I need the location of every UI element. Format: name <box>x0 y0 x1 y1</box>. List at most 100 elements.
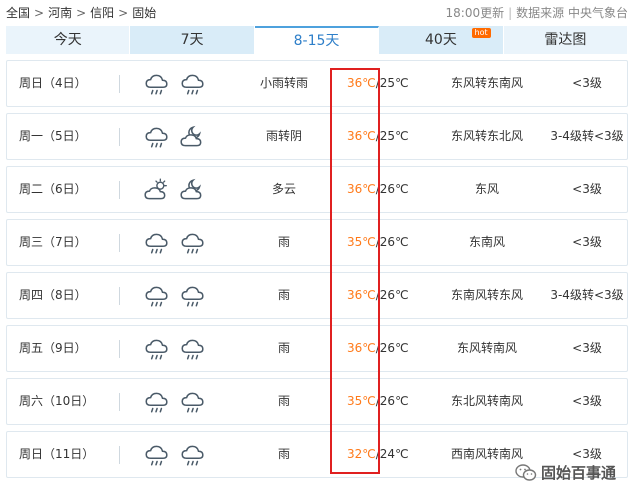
weather-condition: 雨 <box>277 235 290 249</box>
high-temp: 36℃ <box>347 182 376 196</box>
day-label: 周四（8日） <box>19 288 87 302</box>
temperature-range: 36℃/25℃ <box>347 61 409 106</box>
low-temp: 26℃ <box>379 394 409 408</box>
day-label: 周六（10日） <box>19 394 95 408</box>
rain-cloud-icon <box>145 445 168 466</box>
sun-cloud-icon <box>144 178 167 200</box>
wind-level: <3级 <box>572 235 602 249</box>
day-label: 周二（6日） <box>19 182 87 196</box>
hot-badge: hot <box>471 28 491 38</box>
forecast-list: 周日（4日） 小雨转雨 36℃/25℃ 东风转东南风 <3级 周一（5日） 雨转阴 36℃/2… <box>6 60 628 484</box>
forecast-row: 周日（4日） 小雨转雨 36℃/25℃ 东风转东南风 <3级 <box>6 60 628 107</box>
high-temp: 36℃ <box>347 129 376 143</box>
low-temp: 26℃ <box>379 341 409 355</box>
meta-divider: | <box>508 6 513 20</box>
high-temp: 36℃ <box>347 76 376 90</box>
rain-cloud-icon <box>145 74 168 95</box>
weather-page: 全国 > 河南 > 信阳 > 固始 18:00更新 | 数据来源 中央气象台 今天 7天 8-1… <box>0 0 634 500</box>
tab-7-days[interactable]: 7天 <box>130 26 255 54</box>
forecast-row: 周六（10日） 雨 35℃/26℃ 东北风转南风 <3级 <box>6 378 628 425</box>
rain-cloud-icon <box>145 339 168 360</box>
weather-condition: 多云 <box>271 182 296 196</box>
weather-condition: 雨 <box>277 394 290 408</box>
wind-level: 3-4级转<3级 <box>550 288 624 302</box>
rain-cloud-icon <box>145 233 168 254</box>
tab-label: 今天 <box>53 32 82 48</box>
day-label: 周三（7日） <box>19 235 87 249</box>
wind-level: <3级 <box>572 394 602 408</box>
divider <box>119 287 120 305</box>
temperature-range: 36℃/26℃ <box>347 273 409 318</box>
breadcrumb-county[interactable]: 固始 <box>132 6 156 20</box>
temperature-range: 36℃/25℃ <box>347 114 409 159</box>
forecast-row: 周五（9日） 雨 36℃/26℃ 东风转南风 <3级 <box>6 325 628 372</box>
weather-condition: 雨 <box>277 288 290 302</box>
day-label: 周五（9日） <box>19 341 87 355</box>
wind-direction: 东南风转东风 <box>450 288 523 302</box>
forecast-row: 周二（6日） 多云 36℃/26℃ 东风 <3级 <box>6 166 628 213</box>
wind-direction: 东风转东北风 <box>450 129 523 143</box>
rain-cloud-icon <box>181 339 204 360</box>
divider <box>119 128 120 146</box>
weather-condition: 雨转阴 <box>265 129 302 143</box>
breadcrumb-separator: > <box>34 6 45 20</box>
rain-cloud-icon <box>181 286 204 307</box>
forecast-tabs: 今天 7天 8-15天 40天 hot 雷达图 <box>6 26 629 54</box>
breadcrumb-city[interactable]: 信阳 <box>90 6 114 20</box>
wind-level: <3级 <box>572 182 602 196</box>
low-temp: 25℃ <box>379 76 409 90</box>
low-temp: 26℃ <box>379 182 409 196</box>
high-temp: 35℃ <box>347 394 376 408</box>
divider <box>119 393 120 411</box>
rain-cloud-icon <box>181 74 204 95</box>
high-temp: 36℃ <box>347 288 376 302</box>
high-temp: 36℃ <box>347 341 376 355</box>
rain-cloud-icon <box>181 233 204 254</box>
tab-8-15-days[interactable]: 8-15天 <box>254 26 380 54</box>
day-label: 周日（4日） <box>19 76 87 90</box>
wechat-icon <box>515 464 537 481</box>
wind-direction: 东北风转南风 <box>450 394 523 408</box>
low-temp: 25℃ <box>379 129 409 143</box>
low-temp: 26℃ <box>379 235 409 249</box>
day-label: 周一（5日） <box>19 129 87 143</box>
rain-cloud-icon <box>181 445 204 466</box>
rain-cloud-icon <box>145 392 168 413</box>
wind-direction: 东风转东南风 <box>450 76 523 90</box>
top-bar: 全国 > 河南 > 信阳 > 固始 18:00更新 | 数据来源 中央气象台 <box>0 0 634 24</box>
divider <box>119 234 120 252</box>
temperature-range: 36℃/26℃ <box>347 326 409 371</box>
wind-level: <3级 <box>572 341 602 355</box>
day-label: 周日（11日） <box>19 447 95 461</box>
rain-cloud-icon <box>145 127 168 148</box>
update-time: 18:00更新 <box>445 6 505 20</box>
bottom-strip <box>170 490 620 500</box>
breadcrumb-province[interactable]: 河南 <box>48 6 72 20</box>
wind-direction: 东南风 <box>468 235 505 249</box>
weather-condition: 小雨转雨 <box>259 76 308 90</box>
tab-radar[interactable]: 雷达图 <box>503 26 629 54</box>
forecast-row: 周四（8日） 雨 36℃/26℃ 东南风转东风 3-4级转<3级 <box>6 272 628 319</box>
temperature-range: 35℃/26℃ <box>347 220 409 265</box>
forecast-row: 周一（5日） 雨转阴 36℃/25℃ 东风转东北风 3-4级转<3级 <box>6 113 628 160</box>
tab-today[interactable]: 今天 <box>6 26 131 54</box>
forecast-row: 周三（7日） 雨 35℃/26℃ 东南风 <3级 <box>6 219 628 266</box>
divider <box>119 340 120 358</box>
breadcrumb-separator: > <box>76 6 87 20</box>
breadcrumb-national[interactable]: 全国 <box>6 6 30 20</box>
update-meta: 18:00更新 | 数据来源 中央气象台 <box>446 4 628 21</box>
watermark: 固始百事通 <box>515 462 616 484</box>
low-temp: 26℃ <box>379 288 409 302</box>
tab-40-days[interactable]: 40天 hot <box>379 26 504 54</box>
tab-label: 雷达图 <box>544 32 587 48</box>
high-temp: 35℃ <box>347 235 376 249</box>
low-temp: 24℃ <box>379 447 409 461</box>
tab-label: 7天 <box>180 32 204 48</box>
weather-condition: 雨 <box>277 341 290 355</box>
moon-cloud-icon <box>180 178 202 200</box>
breadcrumb: 全国 > 河南 > 信阳 > 固始 <box>6 4 156 21</box>
wind-level: 3-4级转<3级 <box>550 129 624 143</box>
data-source: 数据来源 中央气象台 <box>516 6 628 20</box>
temperature-range: 35℃/26℃ <box>347 379 409 424</box>
wind-level: <3级 <box>572 76 602 90</box>
